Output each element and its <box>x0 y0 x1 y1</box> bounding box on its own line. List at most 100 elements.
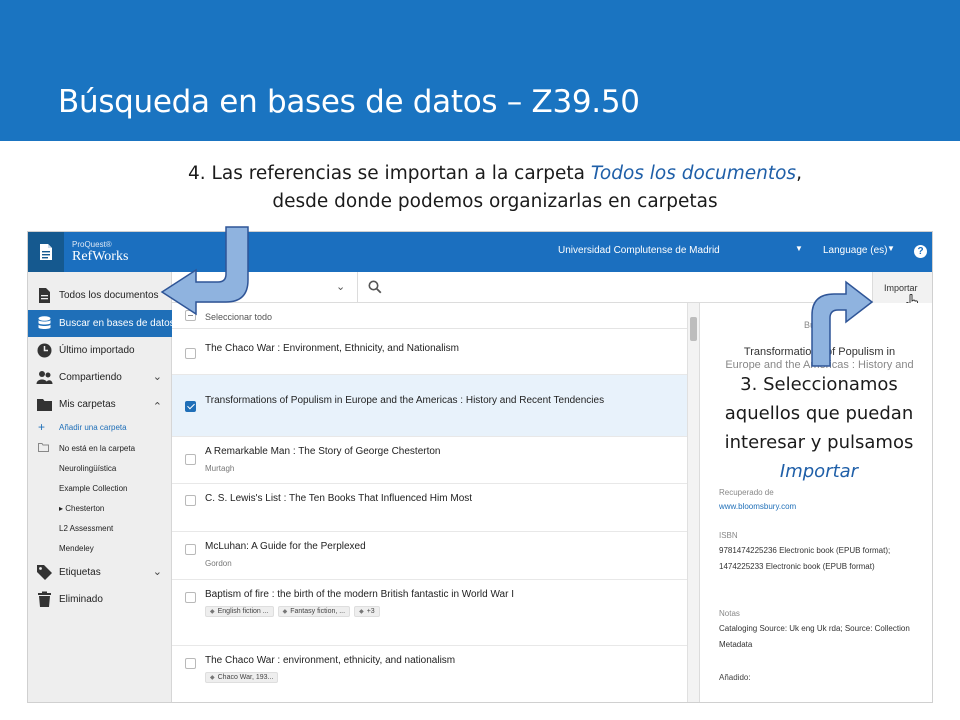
folder-item-label: Neurolingüística <box>59 464 117 473</box>
caption-step-4-text: 4. Las referencias se importan a la carp… <box>188 163 591 184</box>
sidebar-item-label: Mis carpetas <box>59 399 116 410</box>
result-author: Murtagh <box>205 464 235 473</box>
import-button[interactable]: Importar <box>884 283 918 293</box>
row-checkbox[interactable] <box>185 454 196 465</box>
database-icon <box>38 316 51 329</box>
result-title[interactable]: Transformations of Populism in Europe an… <box>205 395 604 406</box>
retrieved-from-link[interactable]: www.bloomsbury.com <box>719 499 929 515</box>
table-row[interactable]: A Remarkable Man : The Story of George C… <box>172 437 687 484</box>
isbn-label: ISBN <box>719 531 738 540</box>
folder-item[interactable]: Mendeley <box>28 538 172 558</box>
row-checkbox[interactable] <box>185 658 196 669</box>
row-checkbox[interactable] <box>185 592 196 603</box>
slide-header: Búsqueda en bases de datos – Z39.50 <box>0 0 960 141</box>
caption-step-4-line2: desde donde podemos organizarlas en carp… <box>272 191 718 212</box>
detail-header: Bu <box>804 320 816 330</box>
tag-chip[interactable]: Fantasy fiction, ... <box>277 606 351 617</box>
row-checkbox[interactable] <box>185 495 196 506</box>
document-icon <box>39 288 50 303</box>
database-select[interactable]: ary <box>224 282 238 293</box>
results-scrollbar[interactable] <box>687 303 699 702</box>
sidebar-item-eliminado[interactable]: Eliminado <box>28 586 172 613</box>
select-all-row[interactable]: Seleccionar todo <box>172 303 687 329</box>
added-label: Añadido: <box>719 673 751 682</box>
folder-item[interactable]: Example Collection <box>28 478 172 498</box>
scrollbar-thumb[interactable] <box>690 317 697 341</box>
folder-outline-icon <box>38 443 49 452</box>
table-row[interactable]: Transformations of Populism in Europe an… <box>172 375 687 437</box>
sidebar-item-buscar-bases[interactable]: Buscar en bases de datos <box>28 310 175 337</box>
row-checkbox[interactable] <box>185 544 196 555</box>
table-row[interactable]: Baptism of fire : the birth of the moder… <box>172 580 687 646</box>
chevron-down-icon[interactable]: ▼ <box>795 244 803 253</box>
row-checkbox[interactable] <box>185 348 196 359</box>
detail-url[interactable]: www.bloomsbury.com <box>719 502 796 511</box>
notes-label: Notas <box>719 609 740 618</box>
sidebar: Todos los documentos Buscar en bases de … <box>28 272 175 702</box>
refworks-logo[interactable] <box>28 232 64 272</box>
result-title[interactable]: The Chaco War : environment, ethnicity, … <box>205 655 455 666</box>
help-icon[interactable]: ? <box>914 245 927 258</box>
folder-item-not-in-folder[interactable]: No está en la carpeta <box>28 438 172 458</box>
table-row[interactable]: C. S. Lewis's List : The Ten Books That … <box>172 484 687 532</box>
tag-icon <box>37 565 52 580</box>
chevron-down-icon[interactable]: ⌄ <box>153 565 162 578</box>
sidebar-item-ultimo-importado[interactable]: Último importado <box>28 337 172 364</box>
folder-icon <box>37 399 52 411</box>
tag-chip[interactable]: +3 <box>354 606 380 617</box>
plus-icon: + <box>38 420 46 434</box>
institution-selector[interactable]: Universidad Complutense de Madrid <box>558 245 720 256</box>
sidebar-item-label: Eliminado <box>59 594 103 605</box>
sidebar-item-label: Todos los documentos <box>59 290 159 301</box>
caption-step-4: 4. Las referencias se importan a la carp… <box>100 160 890 216</box>
search-icon[interactable] <box>368 280 382 294</box>
sidebar-item-label: Compartiendo <box>59 372 122 383</box>
sidebar-item-compartiendo[interactable]: Compartiendo ⌄ <box>28 364 172 391</box>
folder-item-label: ▸ Chesterton <box>59 504 105 513</box>
language-selector[interactable]: Language (es) <box>823 245 888 256</box>
detail-title-line1: Transformations of Populism in <box>743 346 896 358</box>
chevron-up-icon[interactable]: ⌃ <box>153 400 162 413</box>
folder-item[interactable]: ▸ Chesterton <box>28 498 172 518</box>
sidebar-item-label: Buscar en bases de datos <box>59 318 175 329</box>
folder-item-label: Example Collection <box>59 484 128 493</box>
select-all-checkbox[interactable] <box>185 310 196 321</box>
isbn-value: 9781474225236 Electronic book (EPUB form… <box>719 546 891 571</box>
trash-icon <box>38 591 51 607</box>
table-row[interactable]: McLuhan: A Guide for the Perplexed Gordo… <box>172 532 687 580</box>
folder-item-label: Mendeley <box>59 544 94 553</box>
retrieved-from-label: Recuperado de <box>719 488 774 497</box>
add-folder-label: Añadir una carpeta <box>59 423 127 432</box>
chevron-down-icon[interactable]: ▼ <box>887 244 895 253</box>
sidebar-item-todos-documentos[interactable]: Todos los documentos <box>28 282 172 309</box>
folder-item[interactable]: Neurolingüística <box>28 458 172 478</box>
add-folder-button[interactable]: + Añadir una carpeta <box>28 417 172 437</box>
table-row[interactable]: The Chaco War : Environment, Ethnicity, … <box>172 329 687 375</box>
sidebar-item-mis-carpetas[interactable]: Mis carpetas ⌃ <box>28 391 172 418</box>
result-title[interactable]: The Chaco War : Environment, Ethnicity, … <box>205 343 459 354</box>
chevron-down-icon[interactable]: ⌄ <box>153 370 162 383</box>
clock-icon <box>37 343 52 358</box>
caption-step-3-text: 3. Seleccionamos aquellos que puedan int… <box>724 374 914 453</box>
folder-item[interactable]: L2 Assessment <box>28 518 172 538</box>
brand-proquest: ProQuest® <box>72 240 112 249</box>
row-checkbox[interactable] <box>185 401 196 412</box>
brand-refworks: RefWorks <box>72 249 129 264</box>
result-title[interactable]: C. S. Lewis's List : The Ten Books That … <box>205 493 472 504</box>
tag-list: English fiction ... Fantasy fiction, ...… <box>205 606 380 617</box>
sidebar-item-etiquetas[interactable]: Etiquetas ⌄ <box>28 559 172 586</box>
slide-title: Búsqueda en bases de datos – Z39.50 <box>58 84 640 120</box>
chevron-down-icon[interactable]: ⌄ <box>336 280 345 293</box>
result-title[interactable]: A Remarkable Man : The Story of George C… <box>205 446 441 457</box>
result-title[interactable]: Baptism of fire : the birth of the moder… <box>205 589 514 600</box>
result-author: Gordon <box>205 559 232 568</box>
divider <box>357 272 358 303</box>
result-title[interactable]: McLuhan: A Guide for the Perplexed <box>205 541 366 552</box>
select-all-label: Seleccionar todo <box>205 312 273 322</box>
tag-chip[interactable]: Chaco War, 193... <box>205 672 279 683</box>
table-row[interactable]: The Chaco War : environment, ethnicity, … <box>172 646 687 702</box>
tag-chip[interactable]: English fiction ... <box>205 606 274 617</box>
results-list: Seleccionar todo The Chaco War : Environ… <box>172 303 699 702</box>
folder-item-label: No está en la carpeta <box>59 444 136 453</box>
detail-panel: Bu Transformations of Populism in Europe… <box>699 303 932 702</box>
